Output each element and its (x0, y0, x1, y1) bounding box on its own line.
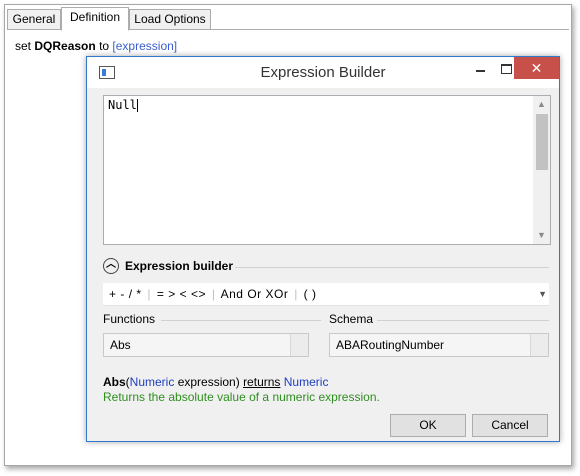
set-statement: set DQReason to [expression] (15, 39, 177, 53)
scroll-up-icon[interactable]: ▲ (533, 96, 550, 113)
signature-function-name: Abs (103, 375, 126, 389)
function-signature: Abs(Numeric expression) returns Numeric (103, 375, 328, 389)
op-or[interactable]: Or (247, 287, 261, 301)
tab-general[interactable]: General (7, 9, 61, 30)
op-greater[interactable]: > (168, 287, 176, 301)
functions-dropdown[interactable]: Abs (103, 333, 309, 357)
ok-button[interactable]: OK (390, 414, 466, 437)
functions-selected: Abs (110, 338, 131, 352)
cancel-button[interactable]: Cancel (472, 414, 548, 437)
op-and[interactable]: And (221, 287, 244, 301)
minimize-icon (475, 69, 485, 72)
tab-load-options[interactable]: Load Options (129, 9, 211, 30)
op-parentheses[interactable]: ( ) (304, 287, 317, 301)
op-divide[interactable]: / (129, 287, 133, 301)
function-description: Returns the absolute value of a numeric … (103, 390, 380, 404)
tab-definition[interactable]: Definition (61, 7, 129, 31)
signature-returns: returns (243, 375, 281, 389)
expression-editor[interactable]: Null ▲ ▼ (103, 95, 551, 245)
close-icon: ✕ (530, 60, 543, 76)
editor-text: Null (108, 98, 137, 112)
editor-vertical-scrollbar[interactable]: ▲ ▼ (533, 96, 550, 244)
schema-divider (377, 320, 549, 321)
functions-divider (161, 320, 321, 321)
op-minus[interactable]: - (120, 287, 125, 301)
op-separator: | (147, 287, 152, 301)
toolbar-overflow-icon[interactable]: ▼ (538, 289, 547, 299)
close-button[interactable]: ✕ (514, 57, 559, 79)
signature-arg-name: expression (177, 375, 236, 389)
expression-builder-dialog: Expression Builder ✕ Null ▲ ▼ ︿ Expressi… (86, 56, 560, 442)
minimize-button[interactable] (467, 57, 493, 79)
schema-dropdown-button[interactable] (530, 334, 548, 356)
to-keyword: to (99, 39, 110, 53)
collapse-chevron-up-icon[interactable]: ︿ (103, 258, 119, 274)
op-xor[interactable]: XOr (266, 287, 289, 301)
op-not-equal[interactable]: <> (191, 287, 206, 301)
op-less[interactable]: < (180, 287, 188, 301)
schema-dropdown[interactable]: ABARoutingNumber (329, 333, 549, 357)
functions-dropdown-button[interactable] (290, 334, 308, 356)
expression-link[interactable]: [expression] (112, 39, 177, 53)
op-equals[interactable]: = (157, 287, 165, 301)
schema-selected: ABARoutingNumber (336, 338, 445, 352)
op-plus[interactable]: + (109, 287, 117, 301)
schema-label: Schema (329, 312, 374, 326)
signature-close-paren: ) (235, 375, 240, 389)
scroll-down-icon[interactable]: ▼ (533, 227, 550, 244)
functions-label: Functions (103, 312, 156, 326)
maximize-icon (500, 63, 512, 74)
signature-return-type: Numeric (283, 375, 329, 389)
op-separator: | (211, 287, 216, 301)
op-separator: | (294, 287, 298, 301)
set-keyword: set (15, 39, 32, 53)
signature-arg-type: Numeric (129, 375, 175, 389)
op-multiply[interactable]: * (136, 287, 141, 301)
scroll-thumb[interactable] (536, 114, 548, 170)
title-bar: Expression Builder ✕ (87, 57, 559, 88)
field-name: DQReason (34, 39, 96, 53)
section-label: Expression builder (125, 259, 234, 273)
editor-content: Null (108, 98, 138, 112)
operator-list: + - / * | = > < <> | And Or XOr | ( ) (109, 287, 316, 301)
operator-toolbar: + - / * | = > < <> | And Or XOr | ( ) ▼ (103, 283, 549, 306)
text-caret (136, 99, 138, 112)
section-divider (235, 267, 549, 268)
